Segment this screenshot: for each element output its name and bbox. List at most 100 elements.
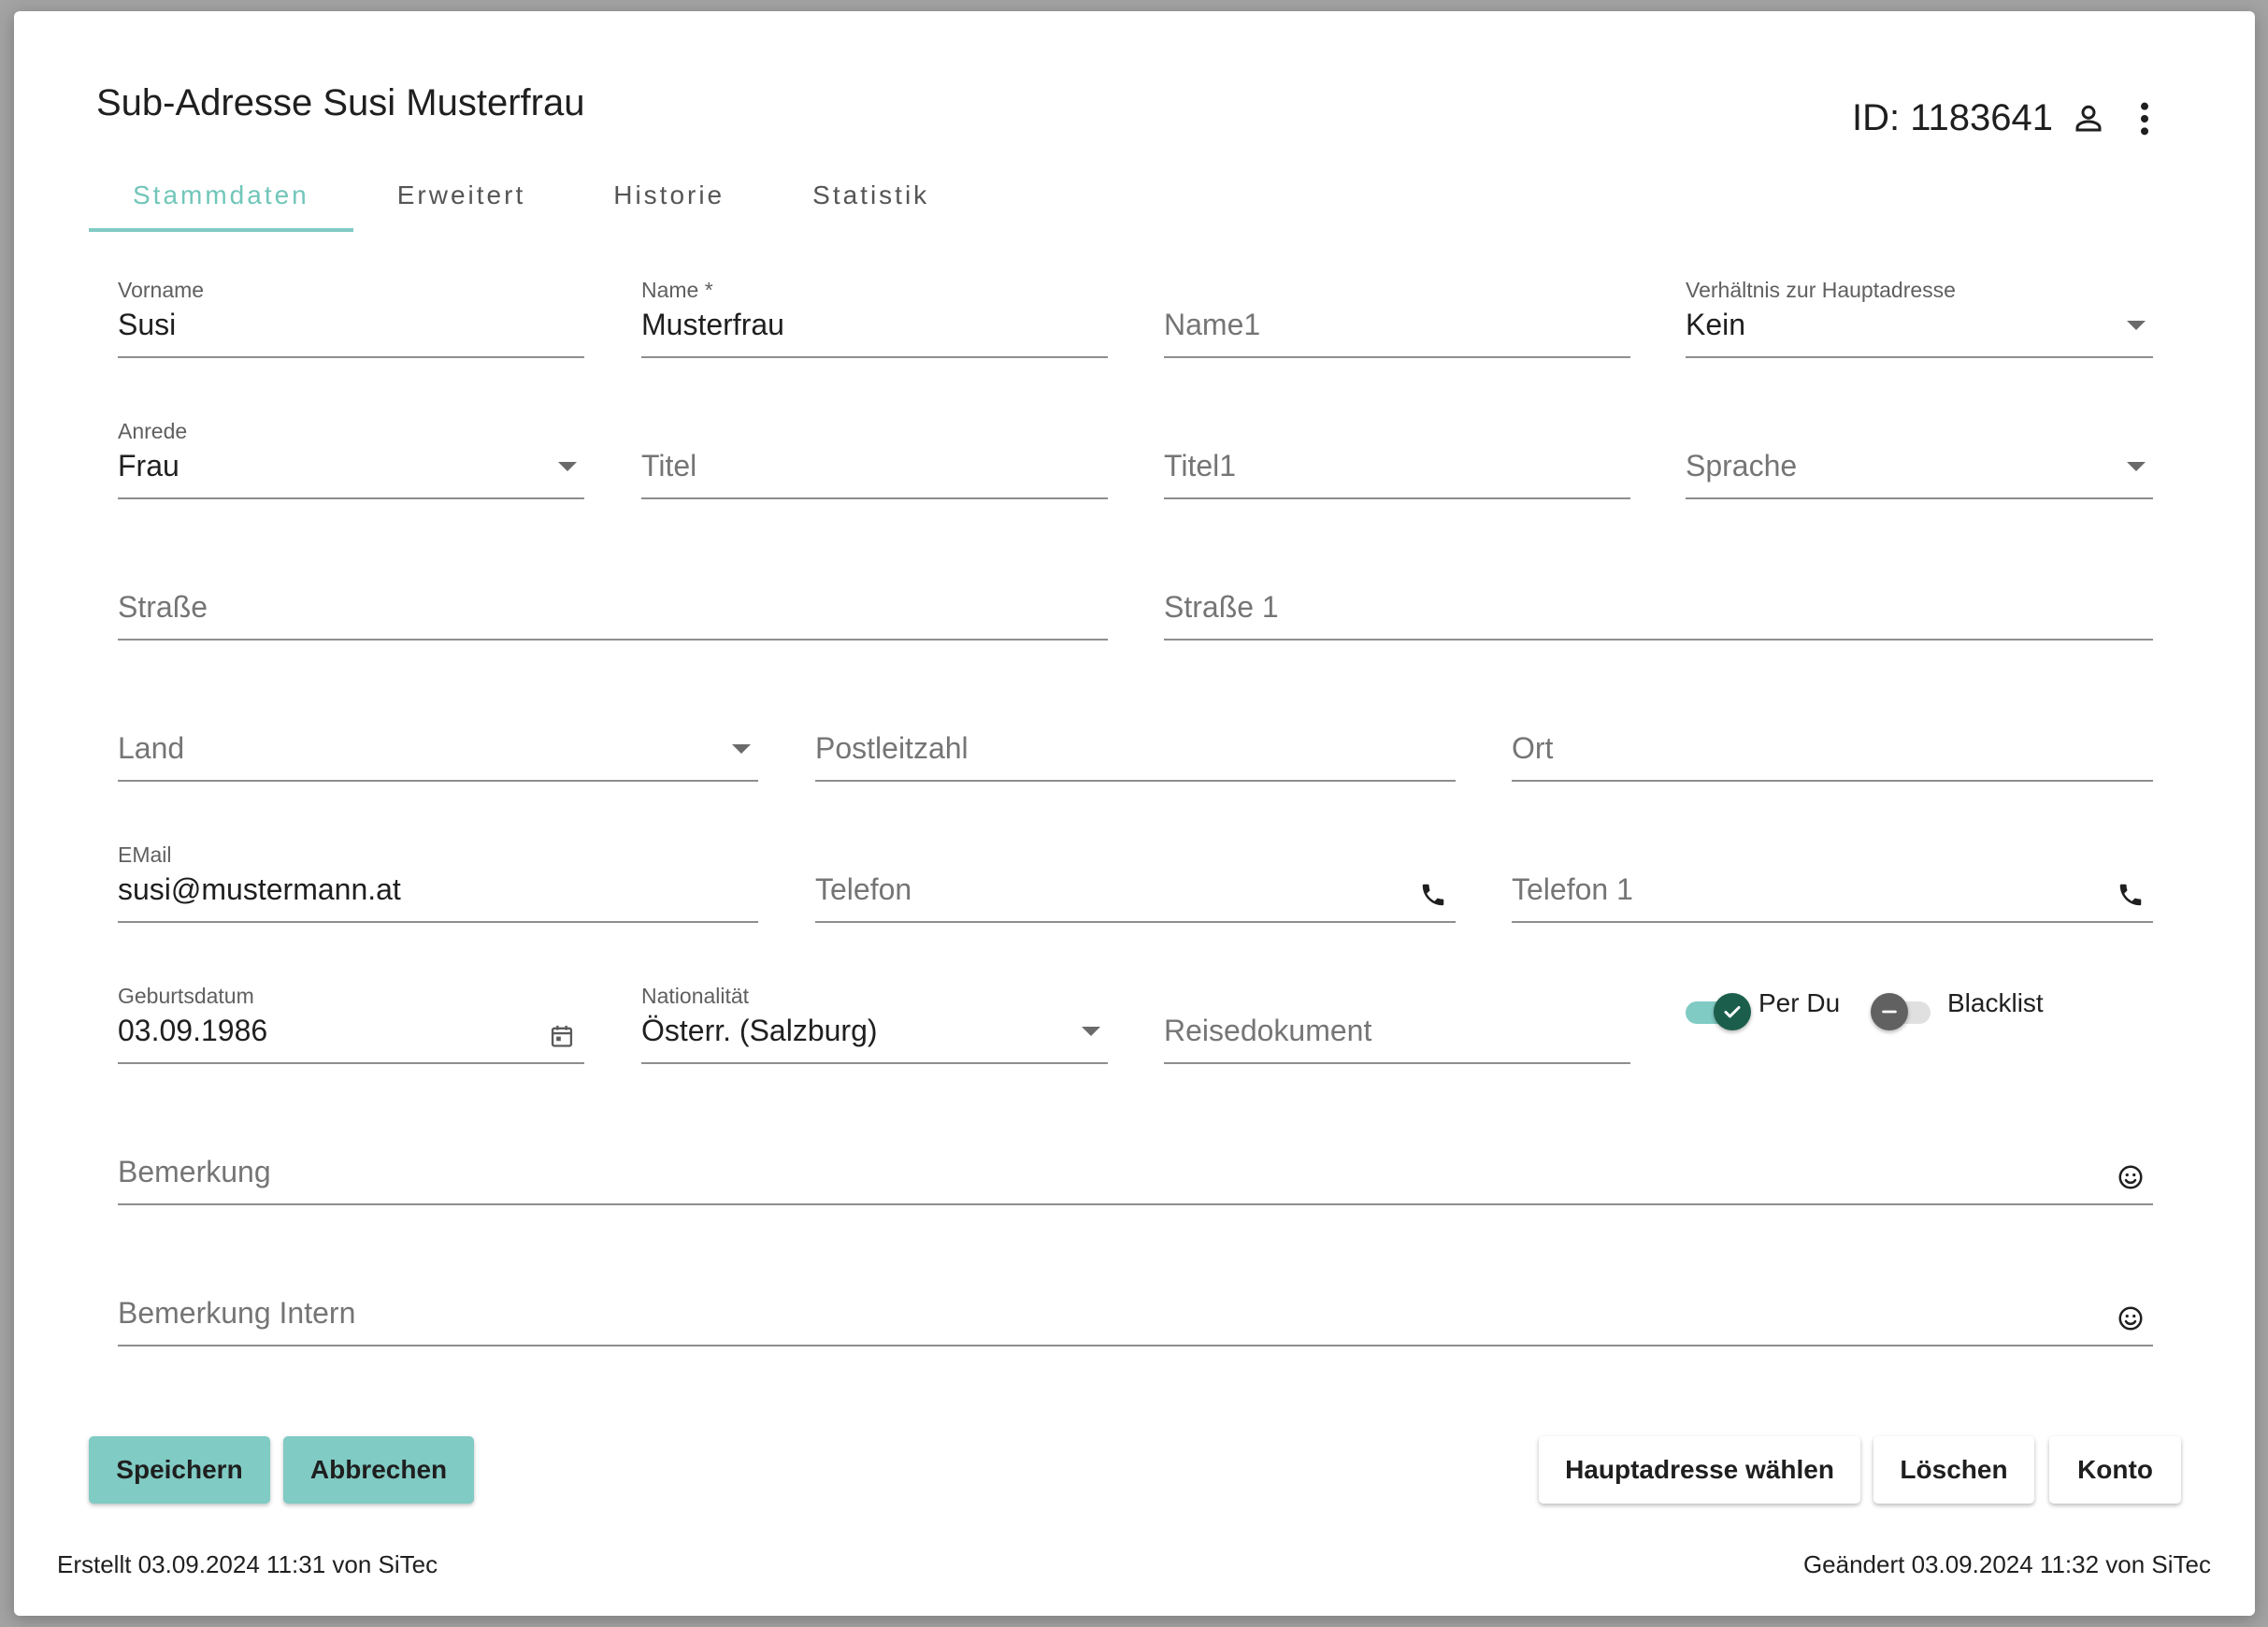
vorname-value: Susi [118,308,177,341]
underline [1164,497,1630,499]
nationalitaet-value: Österr. (Salzburg) [641,1014,878,1047]
dialog-title: Sub-Adresse Susi Musterfrau [96,82,585,123]
land-placeholder: Land [118,731,185,765]
email-label: EMail [118,842,172,867]
titel-placeholder: Titel [641,449,697,482]
bemerkung-placeholder: Bemerkung [118,1155,271,1188]
changed-info: Geändert 03.09.2024 11:32 von SiTec [1802,1550,2211,1578]
choose-main-address-button[interactable]: Hauptadresse wählen [1539,1436,1860,1504]
emoji-icon[interactable] [2114,1302,2147,1335]
underline [118,639,1108,641]
phone-icon[interactable] [2114,878,2147,912]
ort-placeholder: Ort [1512,731,1554,765]
underline [1164,639,2153,641]
underline [641,356,1108,358]
dropdown-caret-icon [2127,462,2146,471]
person-icon[interactable] [2068,98,2109,139]
underline [118,497,584,499]
geburtsdatum-label: Geburtsdatum [118,984,254,1008]
bemerkung-intern-placeholder: Bemerkung Intern [118,1296,356,1330]
id-area: ID: 1183641 [1852,97,2165,139]
tab-statistik[interactable]: Statistik [768,159,973,232]
dropdown-caret-icon [2127,321,2146,330]
check-icon [1714,993,1751,1030]
blacklist-toggle[interactable]: Blacklist [1871,988,2044,1030]
name-value: Musterfrau [641,308,784,341]
telefon-field[interactable]: Telefon [815,842,1456,945]
sprache-select[interactable]: Sprache [1686,419,2153,522]
underline [641,497,1108,499]
geburtsdatum-value: 03.09.1986 [118,1014,268,1047]
strasse-placeholder: Straße [118,590,208,624]
land-select[interactable]: Land [118,701,758,804]
anrede-select[interactable]: Anrede Frau [118,419,584,522]
ort-field[interactable]: Ort [1512,701,2153,804]
sprache-placeholder: Sprache [1686,449,1798,482]
name-label: Name * [641,278,713,302]
phone-icon[interactable] [1416,878,1450,912]
dropdown-caret-icon [558,462,577,471]
email-value: susi@mustermann.at [118,872,401,906]
dropdown-caret-icon [732,744,751,754]
underline [118,1203,2153,1205]
minus-icon [1871,993,1908,1030]
bemerkung-intern-field[interactable]: Bemerkung Intern [118,1266,2153,1369]
underline [815,780,1456,782]
underline [118,1345,2153,1346]
underline [1512,921,2153,923]
save-button[interactable]: Speichern [89,1436,270,1504]
plz-placeholder: Postleitzahl [815,731,969,765]
reisedokument-field[interactable]: Reisedokument [1164,984,1630,1087]
underline [641,1062,1108,1064]
vorname-field[interactable]: Vorname Susi [118,278,584,381]
record-id: ID: 1183641 [1852,97,2053,138]
underline [118,356,584,358]
cancel-button[interactable]: Abbrechen [283,1436,474,1504]
strasse1-placeholder: Straße 1 [1164,590,1279,624]
underline [1164,1062,1630,1064]
tab-historie[interactable]: Historie [569,159,768,232]
underline [815,921,1456,923]
nationalitaet-label: Nationalität [641,984,750,1008]
more-vert-icon[interactable] [2124,98,2165,139]
titel-field[interactable]: Titel [641,419,1108,522]
underline [1512,780,2153,782]
emoji-icon[interactable] [2114,1160,2147,1194]
verhaeltnis-select[interactable]: Verhältnis zur Hauptadresse Kein [1686,278,2153,381]
account-button[interactable]: Konto [2049,1436,2181,1504]
telefon-placeholder: Telefon [815,872,912,906]
underline [118,921,758,923]
bemerkung-field[interactable]: Bemerkung [118,1125,2153,1228]
dropdown-caret-icon [1082,1027,1100,1036]
per-du-toggle[interactable]: Per Du [1686,988,1841,1030]
telefon1-field[interactable]: Telefon 1 [1512,842,2153,945]
blacklist-label: Blacklist [1947,988,2044,1017]
strasse1-field[interactable]: Straße 1 [1164,560,2153,663]
toggle-track [1686,993,1751,1030]
per-du-label: Per Du [1758,988,1841,1017]
verhaeltnis-label: Verhältnis zur Hauptadresse [1686,278,1956,302]
geburtsdatum-field[interactable]: Geburtsdatum 03.09.1986 [118,984,584,1087]
reisedokument-placeholder: Reisedokument [1164,1014,1372,1047]
nationalitaet-select[interactable]: Nationalität Österr. (Salzburg) [641,984,1108,1087]
name-field[interactable]: Name * Musterfrau [641,278,1108,381]
delete-button[interactable]: Löschen [1873,1436,2034,1504]
telefon1-placeholder: Telefon 1 [1512,872,1633,906]
created-info: Erstellt 03.09.2024 11:31 von SiTec [57,1550,438,1578]
tab-erweitert[interactable]: Erweitert [353,159,569,232]
calendar-icon[interactable] [545,1019,579,1053]
toggle-track [1871,993,1931,1030]
tab-bar: Stammdaten Erweitert Historie Statistik [89,159,973,232]
plz-field[interactable]: Postleitzahl [815,701,1456,804]
address-dialog: Sub-Adresse Susi Musterfrau ID: 1183641 … [14,11,2255,1616]
name1-field[interactable]: Name1 [1164,278,1630,381]
anrede-label: Anrede [118,419,188,443]
verhaeltnis-value: Kein [1686,308,1746,341]
name1-placeholder: Name1 [1164,308,1261,341]
underline [1686,497,2153,499]
tab-stammdaten[interactable]: Stammdaten [89,159,353,232]
titel1-field[interactable]: Titel1 [1164,419,1630,522]
titel1-placeholder: Titel1 [1164,449,1237,482]
email-field[interactable]: EMail susi@mustermann.at [118,842,758,945]
strasse-field[interactable]: Straße [118,560,1108,663]
